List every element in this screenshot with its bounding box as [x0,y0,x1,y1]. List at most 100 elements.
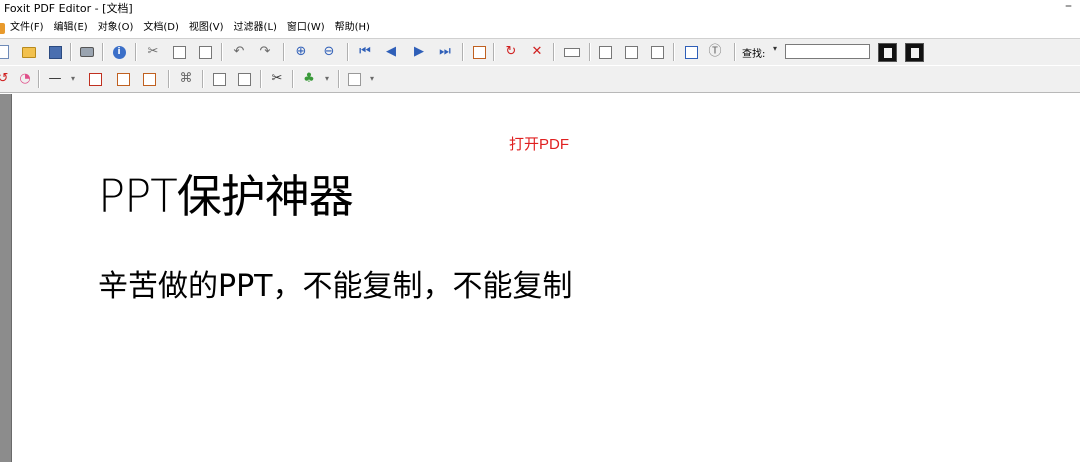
toolbar-separator [347,43,349,61]
print-button[interactable] [78,43,96,61]
find-next-button[interactable] [903,41,925,63]
toolbar-separator [38,70,40,88]
cut-button[interactable]: ✂ [144,43,162,61]
color-fill-button[interactable]: ♣ [300,70,318,88]
first-page-button[interactable]: ⏮ [356,43,374,61]
align-right-button[interactable] [235,70,253,88]
copy-button[interactable] [170,43,188,61]
edit-image-icon [116,72,130,86]
new-document-icon [0,45,9,59]
window-title: Foxit PDF Editor - [文档] [4,2,133,15]
save-icon [48,45,62,59]
page-properties-icon [472,45,486,59]
search-options-chevron-icon[interactable]: ▾ [773,44,777,53]
last-page-button[interactable]: ⏭ [436,43,454,61]
zoom-in-icon: ⊕ [295,44,307,59]
toolbar-separator [553,43,555,61]
title-bar: Foxit PDF Editor - [文档] – [0,0,1080,20]
grid-tool-button[interactable] [648,43,666,61]
previous-page-button[interactable]: ◀ [382,43,400,61]
app-icon [0,23,5,34]
open-button[interactable] [20,43,38,61]
line-tool-icon: — [48,71,62,86]
menu-window[interactable]: 窗口(W) [287,19,325,37]
rotate-page-icon: ↻ [505,44,517,59]
text-tool-icon [598,45,612,59]
font-icon: Ⓣ [708,44,722,59]
delete-page-icon: ✕ [531,44,543,59]
cut-icon: ✂ [147,44,159,59]
find-previous-button[interactable] [876,41,898,63]
crop-button[interactable]: ⌘ [177,70,195,88]
column-tool-button[interactable] [622,43,640,61]
circle-arrow-button[interactable]: ↺ [0,70,12,88]
bookmark-button[interactable] [682,43,700,61]
scissor-button[interactable]: ✂ [268,70,286,88]
layout-icon [347,72,361,86]
paste-icon [198,45,212,59]
toolbar-separator [589,43,591,61]
color-icon: ◔ [19,71,31,86]
main-toolbar: i ✂ ↶ ↷ ⊕ ⊖ ⏮ ◀ ▶ ⏭ ↻ ✕ Ⓣ 查找: ▾ [0,38,1080,65]
left-sidebar-strip[interactable] [0,94,12,462]
delete-page-button[interactable]: ✕ [528,43,546,61]
next-page-icon: ▶ [414,44,424,59]
align-right-icon [237,72,251,86]
chevron-down-icon: ▾ [369,74,374,83]
toolbar-separator [221,43,223,61]
new-document-button[interactable] [0,43,12,61]
zoom-out-icon: ⊖ [323,44,335,59]
search-input[interactable] [785,44,870,59]
ruler-icon [564,47,580,57]
toolbar-separator [292,70,294,88]
page-properties-button[interactable] [470,43,488,61]
minimize-button[interactable]: – [1065,0,1072,15]
layout-button[interactable] [345,70,363,88]
info-button[interactable]: i [110,43,128,61]
rotate-page-button[interactable]: ↻ [502,43,520,61]
zoom-in-button[interactable]: ⊕ [292,43,310,61]
save-button[interactable] [46,43,64,61]
column-tool-icon [624,45,638,59]
grid-tool-icon [650,45,664,59]
find-previous-icon [877,42,897,62]
next-page-button[interactable]: ▶ [410,43,428,61]
undo-button[interactable]: ↶ [230,43,248,61]
line-tool-dropdown[interactable]: ▾ [68,70,78,88]
menu-object[interactable]: 对象(O) [98,19,134,37]
paste-button[interactable] [196,43,214,61]
layout-dropdown[interactable]: ▾ [367,70,377,88]
object-icon [88,72,102,86]
object-button[interactable] [86,70,104,88]
font-button[interactable]: Ⓣ [706,43,724,61]
color-button[interactable]: ◔ [16,70,34,88]
toolbar-separator [168,70,170,88]
align-left-button[interactable] [210,70,228,88]
color-fill-dropdown[interactable]: ▾ [322,70,332,88]
menu-file[interactable]: 文件(F) [10,19,44,37]
chevron-down-icon: ▾ [324,74,329,83]
ruler-button[interactable] [563,43,581,61]
toolbar-separator [493,43,495,61]
menu-filter[interactable]: 过滤器(L) [234,19,277,37]
edit-image-button[interactable] [114,70,132,88]
open-pdf-label[interactable]: 打开PDF [509,133,569,154]
toolbar-separator [260,70,262,88]
document-subtitle: 辛苦做的PPT，不能复制，不能复制 [98,269,573,304]
toolbar-separator [283,43,285,61]
menu-bar: 文件(F) 编辑(E) 对象(O) 文档(D) 视图(V) 过滤器(L) 窗口(… [0,19,1080,37]
menu-edit[interactable]: 编辑(E) [54,19,88,37]
redo-icon: ↷ [259,44,271,59]
circle-arrow-icon: ↺ [0,71,9,86]
menu-document[interactable]: 文档(D) [143,19,179,37]
bookmark-icon [684,45,698,59]
toolbar-separator [70,43,72,61]
edit-page-button[interactable] [140,70,158,88]
menu-view[interactable]: 视图(V) [189,19,224,37]
redo-button[interactable]: ↷ [256,43,274,61]
line-tool-button[interactable]: — [46,70,64,88]
toolbar-separator [734,43,736,61]
menu-help[interactable]: 帮助(H) [335,19,370,37]
text-tool-button[interactable] [596,43,614,61]
zoom-out-button[interactable]: ⊖ [320,43,338,61]
